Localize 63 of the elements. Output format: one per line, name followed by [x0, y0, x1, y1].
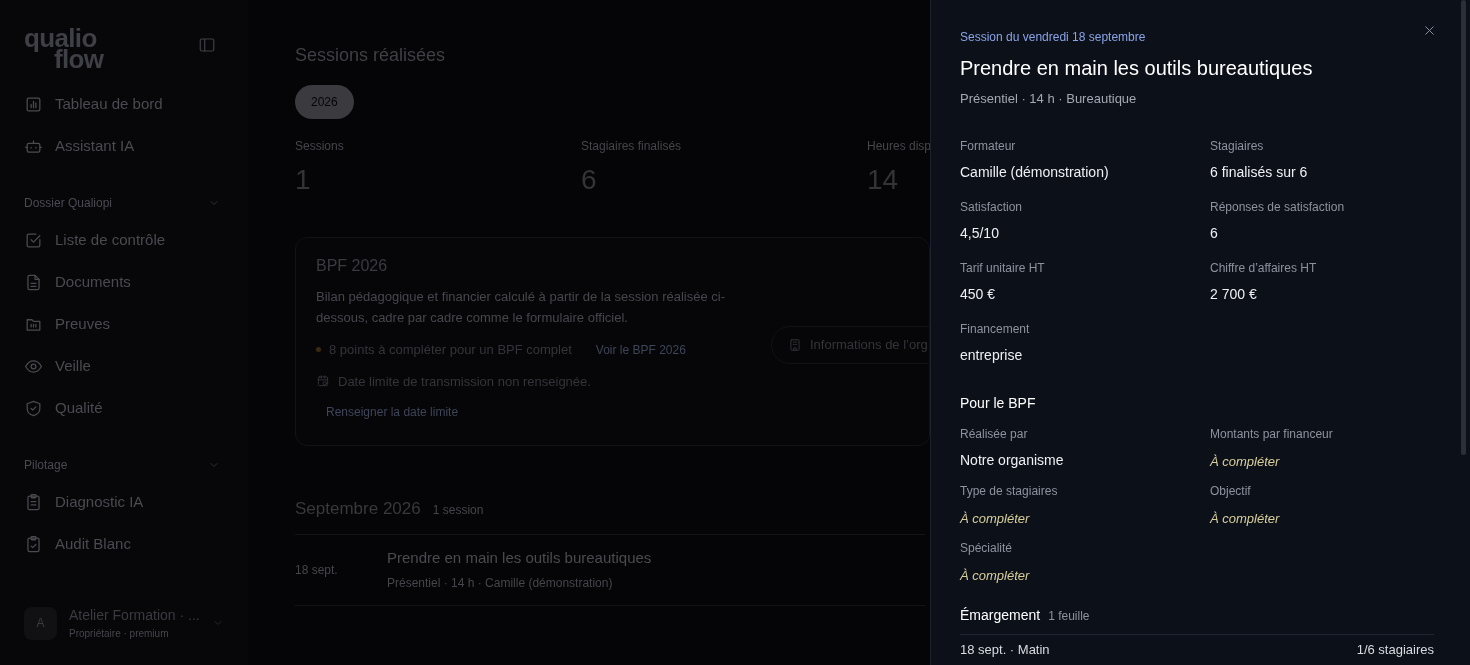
field-value: entreprise — [960, 345, 1024, 365]
nav-item[interactable]: Diagnostic IA — [24, 481, 224, 524]
logo: qualio flow — [24, 28, 104, 70]
field-value: À compléter — [1210, 509, 1281, 528]
nav-item[interactable]: Assistant IA — [24, 125, 224, 168]
nav-item[interactable]: Tableau de bord — [24, 83, 224, 126]
section-title: Pour le BPF — [960, 393, 1037, 413]
sidebar-toggle-icon — [198, 36, 216, 54]
field-value: 4,5/10 — [960, 223, 1000, 243]
section-label: Pilotage — [24, 456, 68, 474]
field-label: Financement — [960, 320, 1031, 338]
stat-label: Heures disp — [867, 138, 932, 155]
field-label: Spécialité — [960, 539, 1014, 557]
drawer-title: Prendre en main les outils bureautiques — [960, 56, 1314, 81]
field-value: Notre organisme — [960, 450, 1065, 470]
building-icon — [788, 338, 802, 352]
field-value: 6 — [1210, 223, 1219, 243]
clipboard-check-icon — [24, 535, 43, 555]
section-title: Émargement — [960, 605, 1041, 625]
close-icon[interactable] — [1422, 23, 1437, 38]
field-label: Satisfaction — [960, 198, 1024, 216]
sheet-row[interactable]: 18 sept. · Matin 1/6 stagiaires — [960, 633, 1434, 659]
field-value: À compléter — [1210, 452, 1281, 471]
session-date: Session du vendredi 18 septembre — [960, 29, 1146, 46]
field-label: Objectif — [1210, 482, 1252, 500]
field-label: Montants par financeur — [1210, 425, 1334, 443]
nav-item[interactable]: Preuves — [24, 303, 224, 346]
session-count: 1 session — [432, 502, 484, 519]
field-value: 450 € — [960, 284, 997, 304]
field-label: Réalisée par — [960, 425, 1029, 443]
field-value: Camille (démonstration) — [960, 162, 1110, 182]
field-value: À compléter — [960, 566, 1031, 585]
nav-item[interactable]: Qualité — [24, 387, 224, 430]
stat-label: Stagiaires finalisés — [581, 138, 683, 155]
link[interactable]: Renseigner la date limite — [326, 403, 459, 421]
page-title: Sessions réalisées — [295, 44, 446, 67]
session-meta: Présentiel · 14 h · Bureautique — [960, 90, 1138, 108]
nav-item[interactable]: Audit Blanc — [24, 523, 224, 566]
nav-item[interactable]: Veille — [24, 345, 224, 388]
sheet-count: 1 feuille — [1048, 607, 1090, 625]
link[interactable]: Voir le BPF 2026 — [595, 340, 686, 359]
session-row[interactable]: 18 sept. Prendre en main les outils bureautiques Présentiel · 14 h · Camille (démonstration) — [295, 533, 925, 606]
field-value: 6 finalisés sur 6 — [1210, 162, 1309, 182]
user-role: Propriétaire · premium — [69, 627, 170, 641]
section-label: Dossier Qualiopi — [24, 194, 113, 212]
field-label: Chiffre d’affaires HT — [1210, 259, 1318, 277]
clipboard-icon — [24, 493, 43, 513]
calendar-clock-icon — [316, 374, 330, 389]
nav-item[interactable]: Documents — [24, 261, 224, 304]
field-label: Stagiaires — [1210, 137, 1265, 155]
nav-item[interactable]: Liste de contrôle — [24, 219, 224, 262]
stat-label: Sessions — [295, 138, 345, 155]
field-value: À compléter — [960, 509, 1031, 528]
scrollbar-thumb[interactable] — [1461, 0, 1466, 455]
field-label: Tarif unitaire HT — [960, 259, 1046, 277]
field-label: Type de stagiaires — [960, 482, 1059, 500]
document-icon — [24, 273, 43, 293]
field-value: 2 700 € — [1210, 284, 1258, 304]
field-label: Formateur — [960, 137, 1017, 155]
card-description: Bilan pédagogique et financier calculé à partir de la session réalisée ci-dessous, cadre par cadre comme le formulaire officiel. — [316, 288, 727, 327]
field-label: Réponses de satisfaction — [1210, 198, 1346, 216]
shield-icon — [24, 399, 43, 419]
year-chip[interactable]: 2026 — [295, 85, 354, 119]
